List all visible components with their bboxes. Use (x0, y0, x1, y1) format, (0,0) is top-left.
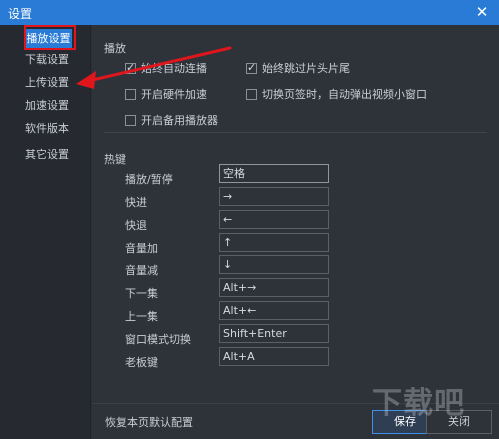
red-arrow-icon (76, 46, 232, 89)
